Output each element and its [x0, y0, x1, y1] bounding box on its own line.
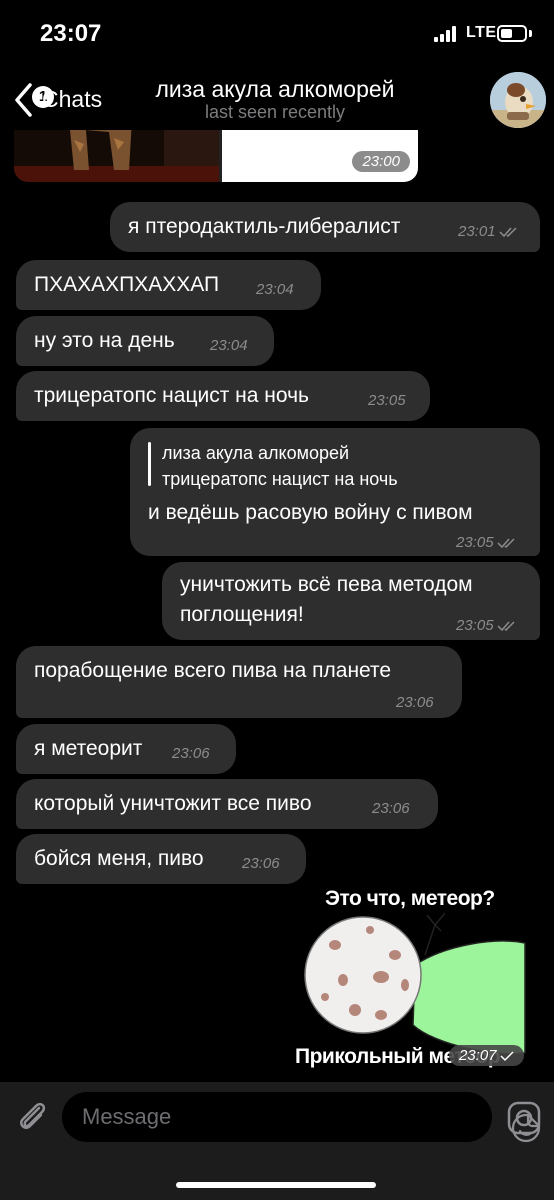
outgoing-message[interactable]: уничтожить всё пева методом поглощения! … [162, 562, 540, 640]
outgoing-reply-message[interactable]: лиза акула алкоморей трицератопс нацист … [130, 428, 540, 556]
message-text: и ведёшь расовую войну с пивом [148, 501, 473, 524]
message-time: 23:00 [352, 151, 410, 172]
photo-message[interactable]: 23:00 [14, 130, 418, 182]
cellular-signal-icon [434, 26, 460, 42]
check-icon [500, 1051, 514, 1062]
message-text: ну это на день [34, 329, 175, 352]
message-text: ПХАХАХПХАХХАП [34, 273, 220, 296]
message-text: я метеорит [34, 737, 143, 760]
photo-left [14, 130, 219, 182]
battery-tip [529, 30, 532, 37]
message-time: 23:05 [456, 613, 517, 639]
reply-quote-bar [148, 442, 151, 486]
incoming-message[interactable]: порабощение всего пива на планете 23:06 [16, 646, 462, 718]
double-check-icon [497, 538, 515, 549]
incoming-message[interactable]: ну это на день 23:04 [16, 316, 274, 366]
message-time: 23:04 [256, 281, 294, 298]
message-time: 23:01 [458, 219, 519, 245]
message-text-line-1: уничтожить всё пева методом [180, 573, 473, 596]
message-time: 23:06 [372, 800, 410, 817]
incoming-message[interactable]: ПХАХАХПХАХХАП 23:04 [16, 260, 321, 310]
home-indicator [176, 1182, 376, 1188]
compose-bar [0, 1082, 554, 1200]
message-list[interactable]: 23:00 я птеродактиль-либералист 23:01 ПХ… [0, 130, 554, 1082]
message-text: бойся меня, пиво [34, 847, 204, 870]
camera-icon [507, 1101, 541, 1135]
status-bar: 23:07 LTE [0, 0, 554, 60]
attach-button[interactable] [12, 1096, 52, 1136]
back-label: Chats [42, 86, 103, 112]
message-input[interactable] [82, 1100, 442, 1134]
double-check-icon [499, 227, 517, 238]
message-field[interactable] [62, 1092, 541, 1143]
message-time: 23:07 [449, 1045, 524, 1066]
back-button[interactable]: 1 Chats [8, 78, 118, 122]
message-time: 23:05 [368, 392, 406, 409]
meme-caption-top: Это что, метеор? [325, 887, 495, 910]
paperclip-icon [20, 1102, 46, 1129]
avatar[interactable] [490, 72, 546, 128]
outgoing-message[interactable]: я птеродактиль-либералист 23:01 [110, 202, 540, 252]
message-text: порабощение всего пива на планете [34, 659, 392, 682]
message-time: 23:06 [396, 694, 434, 711]
incoming-message[interactable]: бойся меня, пиво 23:06 [16, 834, 306, 884]
camera-button[interactable] [504, 1098, 544, 1138]
reply-text: трицератопс нацист на ночь [162, 469, 398, 489]
status-time: 23:07 [40, 20, 102, 47]
message-text-line-2: поглощения! [180, 603, 304, 626]
message-text: который уничтожит все пиво [34, 792, 312, 815]
chat-header: 1 Chats лиза акула алкоморей last seen r… [0, 60, 554, 130]
photo-image [14, 130, 219, 182]
message-text: я птеродактиль-либералист [128, 215, 401, 238]
last-seen-status: last seen recently [204, 102, 346, 122]
double-check-icon [497, 621, 515, 632]
message-time: 23:04 [210, 337, 248, 354]
message-text: трицератопс нацист на ночь [34, 384, 309, 407]
battery-icon [497, 25, 527, 42]
incoming-message[interactable]: я метеорит 23:06 [16, 724, 236, 774]
message-time: 23:05 [456, 530, 517, 556]
message-time: 23:06 [242, 855, 280, 872]
avatar-image [490, 72, 546, 128]
message-time: 23:06 [172, 745, 210, 762]
chat-title[interactable]: лиза акула алкоморей [120, 76, 430, 103]
network-label: LTE [466, 24, 497, 41]
incoming-message[interactable]: трицератопс нацист на ночь 23:05 [16, 371, 430, 421]
meme-sticker[interactable]: Это что, метеор? Прикольный метеор 23:07 [295, 885, 530, 1077]
incoming-message[interactable]: который уничтожит все пиво 23:06 [16, 779, 438, 829]
reply-author: лиза акула алкоморей [162, 443, 350, 463]
chevron-left-icon [15, 83, 32, 117]
